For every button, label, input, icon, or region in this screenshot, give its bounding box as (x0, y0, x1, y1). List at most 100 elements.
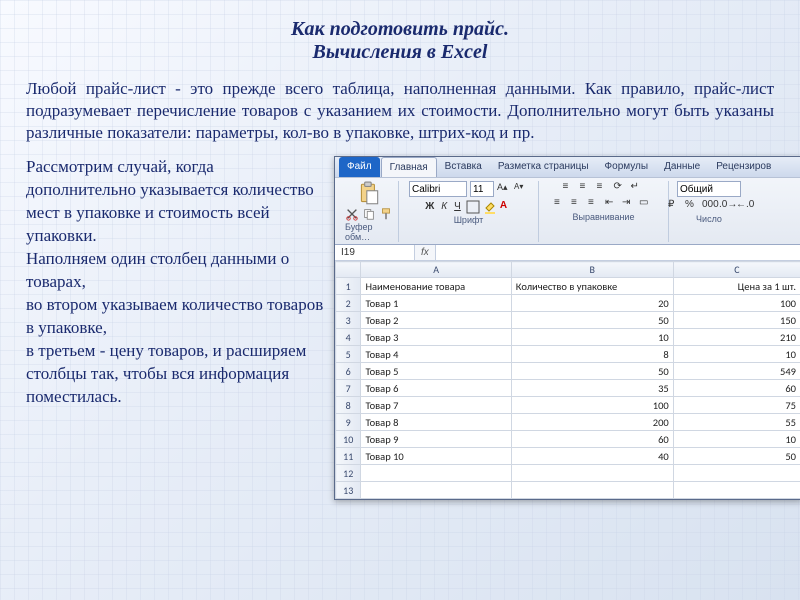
cell[interactable]: Товар 5 (361, 363, 511, 380)
formula-bar: I19 fx (335, 245, 800, 261)
row-header[interactable]: 8 (336, 397, 361, 414)
row-header[interactable]: 4 (336, 329, 361, 346)
indent-dec-icon[interactable]: ⇤ (605, 197, 619, 211)
col-header-c[interactable]: C (673, 262, 800, 278)
col-header-b[interactable]: B (511, 262, 673, 278)
font-name-select[interactable] (409, 181, 467, 197)
cell[interactable]: Товар 4 (361, 346, 511, 363)
cell[interactable]: 60 (673, 380, 800, 397)
align-left-icon[interactable]: ≡ (554, 197, 568, 211)
cell[interactable] (673, 465, 800, 482)
side-paragraph: Рассмотрим случай, когда дополнительно у… (26, 156, 326, 408)
bold-icon[interactable]: Ж (423, 199, 436, 214)
cell[interactable]: Товар 6 (361, 380, 511, 397)
cell[interactable]: Наименование товара (361, 278, 511, 295)
cell[interactable] (361, 465, 511, 482)
fill-color-icon[interactable] (483, 200, 497, 214)
number-format-select[interactable] (677, 181, 741, 197)
wrap-text-icon[interactable]: ↵ (631, 181, 645, 195)
grow-font-icon[interactable]: A▴ (497, 182, 511, 196)
cell[interactable]: 10 (673, 431, 800, 448)
tab-layout[interactable]: Разметка страницы (490, 157, 597, 177)
tab-home[interactable]: Главная (381, 157, 437, 177)
align-center-icon[interactable]: ≡ (571, 197, 585, 211)
paste-icon[interactable] (356, 181, 382, 207)
cell[interactable]: 100 (511, 397, 673, 414)
cell[interactable] (511, 482, 673, 499)
cell[interactable]: Товар 2 (361, 312, 511, 329)
cell[interactable] (673, 482, 800, 499)
cell[interactable] (361, 482, 511, 499)
cell[interactable]: Товар 1 (361, 295, 511, 312)
tab-insert[interactable]: Вставка (437, 157, 490, 177)
cell[interactable]: 10 (673, 346, 800, 363)
cell[interactable]: Количество в упаковке (511, 278, 673, 295)
comma-icon[interactable]: 000 (702, 199, 716, 213)
cell[interactable]: 150 (673, 312, 800, 329)
row-header[interactable]: 7 (336, 380, 361, 397)
cell[interactable]: Товар 8 (361, 414, 511, 431)
row-header[interactable]: 1 (336, 278, 361, 295)
cell[interactable]: Товар 7 (361, 397, 511, 414)
cell[interactable] (511, 465, 673, 482)
tab-data[interactable]: Данные (656, 157, 708, 177)
inc-decimal-icon[interactable]: .0→ (719, 199, 733, 213)
cell[interactable]: 50 (511, 363, 673, 380)
cell[interactable]: 200 (511, 414, 673, 431)
cell[interactable]: Товар 3 (361, 329, 511, 346)
name-box[interactable]: I19 (335, 245, 415, 260)
cell[interactable]: 35 (511, 380, 673, 397)
tab-file[interactable]: Файл (339, 157, 380, 177)
row-header[interactable]: 6 (336, 363, 361, 380)
cell[interactable]: 75 (673, 397, 800, 414)
tab-review[interactable]: Рецензиров (708, 157, 779, 177)
italic-icon[interactable]: К (439, 199, 449, 214)
copy-icon[interactable] (362, 207, 376, 221)
align-middle-icon[interactable]: ≡ (580, 181, 594, 195)
cell[interactable]: Цена за 1 шт. (673, 278, 800, 295)
merge-icon[interactable]: ▭ (639, 197, 653, 211)
cell[interactable]: 100 (673, 295, 800, 312)
dec-decimal-icon[interactable]: ←.0 (736, 199, 750, 213)
cell[interactable]: 40 (511, 448, 673, 465)
format-painter-icon[interactable] (379, 207, 393, 221)
font-size-select[interactable] (470, 181, 494, 197)
cut-icon[interactable] (345, 207, 359, 221)
border-icon[interactable] (466, 200, 480, 214)
tab-formulas[interactable]: Формулы (597, 157, 657, 177)
align-bottom-icon[interactable]: ≡ (597, 181, 611, 195)
row-header[interactable]: 10 (336, 431, 361, 448)
cell[interactable]: Товар 9 (361, 431, 511, 448)
fx-icon[interactable]: fx (415, 245, 436, 260)
cell[interactable]: 50 (511, 312, 673, 329)
underline-icon[interactable]: Ч (452, 199, 463, 214)
select-all-corner[interactable] (336, 262, 361, 278)
cell[interactable]: 20 (511, 295, 673, 312)
cell[interactable]: 60 (511, 431, 673, 448)
cell[interactable]: Товар 10 (361, 448, 511, 465)
cell[interactable]: 549 (673, 363, 800, 380)
cell[interactable]: 8 (511, 346, 673, 363)
title-line2: Вычисления в Excel (0, 41, 800, 64)
font-color-icon[interactable]: A (500, 200, 514, 214)
row-header[interactable]: 13 (336, 482, 361, 499)
row-header[interactable]: 5 (336, 346, 361, 363)
row-header[interactable]: 12 (336, 465, 361, 482)
cell[interactable]: 55 (673, 414, 800, 431)
percent-icon[interactable]: % (685, 199, 699, 213)
currency-icon[interactable]: ₽ (668, 199, 682, 213)
cell[interactable]: 210 (673, 329, 800, 346)
formula-input[interactable] (436, 245, 800, 260)
cell[interactable]: 10 (511, 329, 673, 346)
row-header[interactable]: 9 (336, 414, 361, 431)
row-header[interactable]: 11 (336, 448, 361, 465)
col-header-a[interactable]: A (361, 262, 511, 278)
orientation-icon[interactable]: ⟳ (614, 181, 628, 195)
align-right-icon[interactable]: ≡ (588, 197, 602, 211)
row-header[interactable]: 3 (336, 312, 361, 329)
cell[interactable]: 50 (673, 448, 800, 465)
align-top-icon[interactable]: ≡ (563, 181, 577, 195)
indent-inc-icon[interactable]: ⇥ (622, 197, 636, 211)
shrink-font-icon[interactable]: A▾ (514, 182, 528, 196)
row-header[interactable]: 2 (336, 295, 361, 312)
